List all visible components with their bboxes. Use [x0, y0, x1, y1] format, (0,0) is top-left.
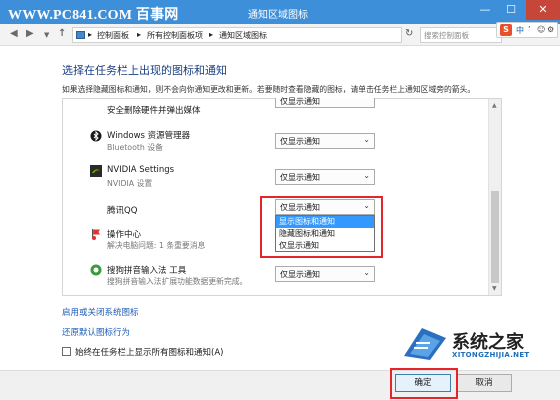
- list-item-subtitle: 搜狗拼音输入法扩展功能数据更新完成。: [107, 277, 248, 286]
- list-item-subtitle: NVIDIA 设置: [107, 179, 153, 188]
- chevron-down-icon: ⌄: [363, 268, 370, 277]
- list-item-name: Windows 资源管理器: [107, 131, 191, 141]
- minimize-button[interactable]: —: [472, 0, 498, 20]
- breadcrumb-sep-icon: ▸: [88, 30, 93, 39]
- breadcrumb-item[interactable]: 所有控制面板项: [147, 30, 203, 41]
- breadcrumb-sep-icon: ▸: [209, 30, 214, 39]
- refresh-icon[interactable]: ↻: [405, 28, 413, 39]
- title-bar: WWW.PC841.COM 百事网 通知区域图标 — ☐ ✕: [0, 0, 560, 24]
- list-scrollbar[interactable]: ▲ ▼: [488, 99, 501, 295]
- list-item-subtitle: 解决电脑问题: 1 条重要消息: [107, 241, 206, 250]
- ime-toolbar[interactable]: S 中 ’ ☺ ⚙: [496, 22, 558, 38]
- watermark-site: WWW.PC841.COM 百事网: [8, 8, 179, 23]
- control-panel-icon: [76, 31, 85, 39]
- list-item-subtitle: Bluetooth 设备: [107, 143, 163, 152]
- xitongzhijia-logo-icon: [404, 328, 446, 360]
- nvidia-icon: [90, 165, 102, 177]
- search-input[interactable]: 搜索控制面板: [420, 27, 502, 43]
- maximize-button[interactable]: ☐: [498, 0, 524, 20]
- select-value: 仅显示通知: [280, 270, 320, 279]
- highlight-ok-button: [390, 368, 458, 399]
- behavior-select[interactable]: 仅显示通知 ⌄: [275, 266, 375, 282]
- bluetooth-icon: [90, 130, 102, 142]
- ime-punctuation-icon[interactable]: ’: [528, 25, 531, 34]
- close-button[interactable]: ✕: [526, 0, 560, 20]
- behavior-select[interactable]: 仅显示通知 ⌄: [275, 169, 375, 185]
- breadcrumb-item[interactable]: 通知区域图标: [219, 30, 267, 41]
- breadcrumb[interactable]: ▸ 控制面板 ▸ 所有控制面板项 ▸ 通知区域图标: [72, 27, 402, 43]
- forward-arrow-icon[interactable]: ▶: [26, 28, 34, 39]
- sogou-icon: [90, 264, 102, 276]
- breadcrumb-sep-icon: ▸: [137, 30, 142, 39]
- restore-defaults-link[interactable]: 还原默认图标行为: [62, 326, 130, 338]
- list-item-name: 腾讯QQ: [107, 206, 138, 216]
- chevron-down-icon: ⌄: [363, 171, 370, 180]
- action-center-flag-icon: [92, 229, 100, 240]
- system-icons-link[interactable]: 启用或关闭系统图标: [62, 306, 139, 318]
- scroll-down-icon[interactable]: ▼: [492, 285, 497, 292]
- window-title: 通知区域图标: [248, 10, 308, 21]
- list-item-name: 安全删除硬件并弹出媒体: [107, 106, 201, 116]
- page-title: 选择在任务栏上出现的图标和通知: [62, 64, 227, 77]
- ime-settings-icon[interactable]: ⚙: [547, 25, 554, 34]
- cancel-button[interactable]: 取消: [456, 374, 512, 392]
- select-value: 仅显示通知: [280, 137, 320, 146]
- ime-emoji-icon[interactable]: ☺: [537, 25, 545, 34]
- highlight-dropdown: [260, 196, 383, 258]
- chevron-down-icon: ⌄: [363, 135, 370, 144]
- ime-mode[interactable]: 中: [516, 25, 524, 36]
- always-show-checkbox[interactable]: [62, 347, 71, 356]
- list-item-name: NVIDIA Settings: [107, 165, 175, 175]
- list-item-name: 操作中心: [107, 230, 142, 240]
- sogou-logo-icon[interactable]: S: [500, 24, 512, 36]
- list-item-name: 搜狗拼音输入法 工具: [107, 266, 187, 276]
- select-value: 仅显示通知: [280, 173, 320, 182]
- always-show-label: 始终在任务栏上显示所有图标和通知(A): [75, 348, 224, 358]
- breadcrumb-item[interactable]: 控制面板: [97, 30, 129, 41]
- select-value: 仅显示通知: [280, 97, 320, 106]
- recent-locations-icon[interactable]: ▼: [44, 31, 49, 39]
- address-bar: ◀ ▶ ▼ ↑ ▸ 控制面板 ▸ 所有控制面板项 ▸ 通知区域图标 ↻ 搜索控制…: [0, 24, 560, 46]
- up-arrow-icon[interactable]: ↑: [58, 28, 66, 39]
- back-arrow-icon[interactable]: ◀: [10, 28, 18, 39]
- scroll-thumb[interactable]: [491, 191, 499, 283]
- page-description: 如果选择隐藏图标和通知，则不会向你通知更改和更新。若要随时查看隐藏的图标，请单击…: [62, 85, 476, 94]
- behavior-select[interactable]: 仅显示通知 ⌄: [275, 133, 375, 149]
- scroll-up-icon[interactable]: ▲: [492, 102, 497, 109]
- logo-url: XITONGZHIJIA.NET: [452, 351, 530, 359]
- behavior-select[interactable]: 仅显示通知: [275, 98, 375, 108]
